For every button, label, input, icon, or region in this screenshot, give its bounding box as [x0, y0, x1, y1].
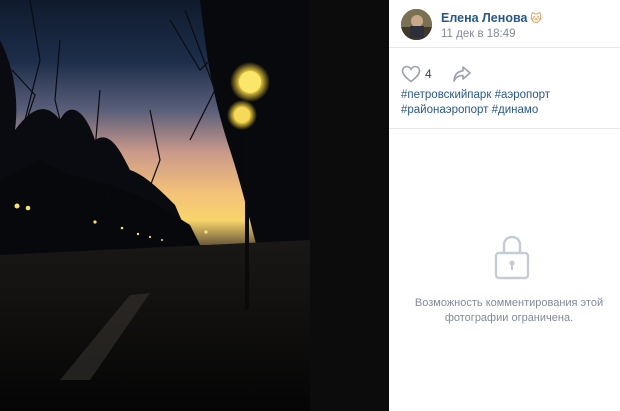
photo-viewer[interactable]	[0, 0, 389, 411]
photo-image	[0, 0, 389, 411]
share-arrow-icon[interactable]	[452, 65, 472, 83]
hashtag-link[interactable]: #петровскийпарк	[401, 89, 491, 101]
like-count: 4	[425, 67, 432, 81]
post-sidebar: Елена Ленова 🐱 11 дек в 18:49 4 #петровск…	[389, 0, 620, 411]
comments-restricted-message: Возможность комментирования этой фотогра…	[414, 297, 604, 324]
hashtags: #петровскийпарк #аэропорт #районаэропорт…	[401, 88, 611, 118]
hashtag-link[interactable]: #аэропорт	[495, 89, 550, 101]
author-name[interactable]: Елена Ленова 🐱	[441, 11, 542, 25]
hashtag-link[interactable]: #динамо	[492, 104, 539, 116]
hashtag-link[interactable]: #районаэропорт	[401, 104, 488, 116]
heart-icon[interactable]	[401, 65, 421, 83]
post-actions: 4	[389, 62, 620, 84]
avatar-image	[401, 9, 432, 40]
cat-emoji-icon: 🐱	[530, 13, 542, 25]
post-date[interactable]: 11 дек в 18:49	[441, 28, 516, 40]
avatar[interactable]	[401, 9, 432, 40]
divider	[389, 128, 620, 129]
author-header: Елена Ленова 🐱 11 дек в 18:49	[389, 0, 620, 48]
author-name-text[interactable]: Елена Ленова	[441, 11, 527, 25]
lock-icon	[494, 235, 530, 280]
